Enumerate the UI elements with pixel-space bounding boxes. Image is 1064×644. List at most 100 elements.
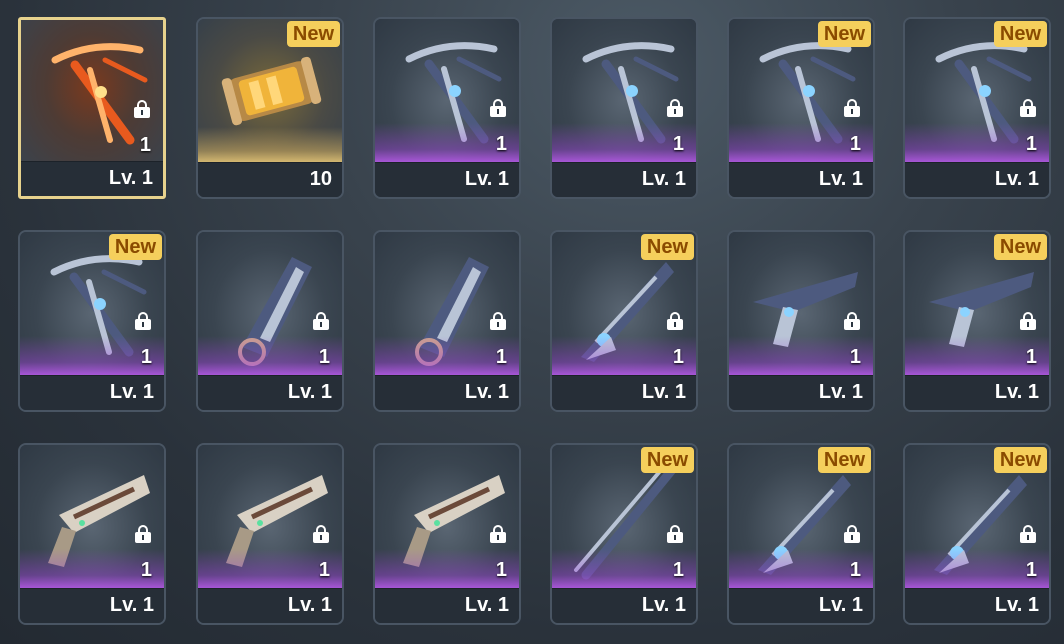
item-level: Lv. 1 — [994, 168, 1039, 190]
lock-icon[interactable] — [134, 100, 150, 118]
item-quantity: 1 — [849, 346, 861, 368]
inventory-slot-revolver-2[interactable]: 1 Lv. 1 — [196, 443, 344, 625]
bow-icon — [935, 42, 1032, 144]
lock-icon[interactable] — [1020, 525, 1036, 543]
new-badge: New — [286, 21, 340, 47]
inventory-slot-toothed-blade[interactable]: 1 Lv. 1 New — [727, 443, 875, 625]
new-badge: New — [817, 447, 871, 473]
item-quantity: 1 — [672, 133, 684, 155]
blade-icon — [934, 475, 1027, 575]
inventory-slot-dark-bow-2[interactable]: 1 Lv. 1 New — [727, 17, 875, 199]
inventory-slot-blue-bow[interactable]: 1 Lv. 1 — [373, 17, 521, 199]
item-level: Lv. 1 — [109, 381, 154, 403]
inventory-slot-toothed-blade-2[interactable]: 1 Lv. 1 New — [903, 443, 1051, 625]
item-footer: Lv. 1 — [20, 375, 164, 410]
lock-icon[interactable] — [844, 99, 860, 117]
item-quantity: 1 — [1025, 559, 1037, 581]
item-footer: Lv. 1 — [729, 162, 873, 197]
item-quantity: 1 — [672, 559, 684, 581]
inventory-slot-twin-blades[interactable]: 1 Lv. 1 New — [550, 230, 698, 412]
item-quantity: 1 — [672, 346, 684, 368]
item-quantity: 1 — [495, 559, 507, 581]
pistol-icon — [929, 272, 1034, 347]
item-quantity: 1 — [318, 346, 330, 368]
item-level: Lv. 1 — [109, 594, 154, 616]
capsule-icon — [221, 56, 322, 126]
bow-icon — [582, 42, 679, 144]
item-footer: Lv. 1 — [552, 375, 696, 410]
item-quantity: 1 — [139, 134, 151, 156]
inventory-slot-white-bow[interactable]: 1 Lv. 1 New — [903, 17, 1051, 199]
item-quantity: 1 — [849, 133, 861, 155]
lock-icon[interactable] — [135, 312, 151, 330]
lock-icon[interactable] — [1020, 99, 1036, 117]
inventory-slot-flame-bow[interactable]: 1 Lv. 1 — [18, 17, 166, 199]
bow-icon — [405, 42, 502, 144]
inventory-slot-energy-capsule[interactable]: 10 New — [196, 17, 344, 199]
lock-icon[interactable] — [1020, 312, 1036, 330]
item-footer: Lv. 1 — [198, 375, 342, 410]
new-badge: New — [108, 234, 162, 260]
item-footer: Lv. 1 — [375, 375, 519, 410]
inventory-slot-revolver-3[interactable]: 1 Lv. 1 — [373, 443, 521, 625]
new-badge: New — [993, 21, 1047, 47]
lock-icon[interactable] — [135, 525, 151, 543]
lock-icon[interactable] — [490, 525, 506, 543]
new-badge: New — [817, 21, 871, 47]
lock-icon[interactable] — [844, 312, 860, 330]
item-footer: Lv. 1 — [21, 161, 163, 196]
item-footer: Lv. 1 — [552, 162, 696, 197]
inventory-slot-white-pistol[interactable]: 1 Lv. 1 — [727, 230, 875, 412]
item-footer: Lv. 1 — [729, 375, 873, 410]
item-level: Lv. 1 — [818, 594, 863, 616]
item-quantity: 1 — [140, 559, 152, 581]
lock-icon[interactable] — [667, 99, 683, 117]
inventory-grid: 1 Lv. 1 10 New 1 Lv. 1 1 Lv. 1 1 Lv. 1 N… — [0, 0, 1064, 644]
inventory-slot-revolver[interactable]: 1 Lv. 1 — [18, 443, 166, 625]
item-level: Lv. 1 — [287, 594, 332, 616]
item-footer: Lv. 1 — [552, 588, 696, 623]
item-level: Lv. 1 — [464, 168, 509, 190]
pistol-icon — [753, 272, 858, 347]
spear-icon — [574, 460, 681, 580]
item-level: Lv. 1 — [641, 168, 686, 190]
bow-icon — [51, 43, 148, 145]
item-level: Lv. 1 — [287, 381, 332, 403]
new-badge: New — [993, 234, 1047, 260]
lock-icon[interactable] — [490, 99, 506, 117]
item-footer: Lv. 1 — [375, 162, 519, 197]
lock-icon[interactable] — [667, 312, 683, 330]
lock-icon[interactable] — [490, 312, 506, 330]
item-level: Lv. 1 — [994, 381, 1039, 403]
inventory-slot-dark-bow[interactable]: 1 Lv. 1 — [550, 17, 698, 199]
new-badge: New — [640, 234, 694, 260]
lock-icon[interactable] — [667, 525, 683, 543]
inventory-slot-dark-spear[interactable]: 1 Lv. 1 New — [550, 443, 698, 625]
item-footer: Lv. 1 — [198, 588, 342, 623]
item-footer: Lv. 1 — [729, 588, 873, 623]
revolver-icon — [403, 475, 505, 567]
inventory-slot-white-bow-2[interactable]: 1 Lv. 1 New — [18, 230, 166, 412]
item-footer: Lv. 1 — [905, 162, 1049, 197]
inventory-slot-blue-gauntlet-2[interactable]: 1 Lv. 1 — [373, 230, 521, 412]
item-quantity: 1 — [1025, 133, 1037, 155]
item-level: Lv. 1 — [641, 594, 686, 616]
item-footer: Lv. 1 — [375, 588, 519, 623]
item-level: Lv. 1 — [641, 381, 686, 403]
blade-icon — [758, 475, 851, 575]
inventory-slot-blue-gauntlet[interactable]: 1 Lv. 1 — [196, 230, 344, 412]
revolver-icon — [226, 475, 328, 567]
lock-icon[interactable] — [313, 312, 329, 330]
bow-icon — [50, 255, 147, 357]
item-quantity: 1 — [495, 346, 507, 368]
new-badge: New — [640, 447, 694, 473]
item-quantity: 1 — [849, 559, 861, 581]
revolver-icon — [48, 475, 150, 567]
lock-icon[interactable] — [313, 525, 329, 543]
item-footer: Lv. 1 — [905, 375, 1049, 410]
inventory-slot-blue-pistol[interactable]: 1 Lv. 1 New — [903, 230, 1051, 412]
item-level: Lv. 1 — [464, 381, 509, 403]
lock-icon[interactable] — [844, 525, 860, 543]
item-level: Lv. 1 — [818, 381, 863, 403]
item-level: Lv. 1 — [108, 167, 153, 189]
